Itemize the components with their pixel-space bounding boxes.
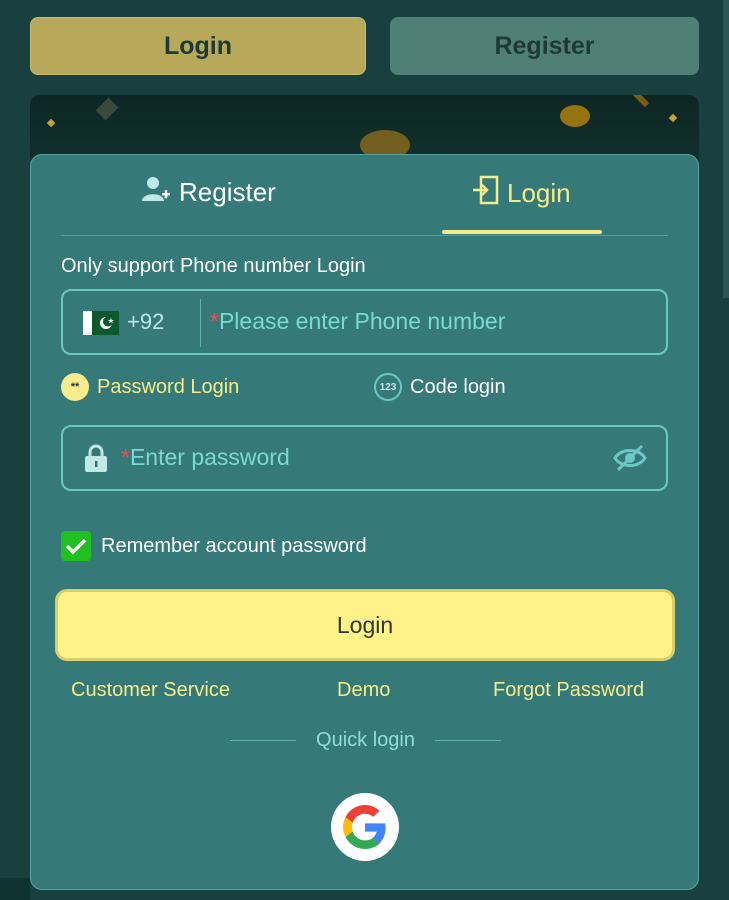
user-plus-icon [141,175,171,210]
quick-login-label: Quick login [316,729,415,751]
quick-login-divider: Quick login [31,729,700,752]
phone-field[interactable]: +92 *Please enter Phone number [61,289,668,355]
password-badge-icon: ** [61,373,89,401]
password-input[interactable]: *Enter password [121,444,290,471]
remember-checkbox[interactable] [61,531,91,561]
login-modal: Register Login Only support Phone number… [30,154,699,890]
check-icon [65,538,87,555]
top-register-tab[interactable]: Register [390,17,699,75]
password-login-option[interactable]: ** Password Login [61,373,239,401]
eye-off-icon[interactable] [612,443,648,478]
password-field[interactable]: *Enter password [61,425,668,491]
code-badge-icon: 123 [374,373,402,401]
login-button[interactable]: Login [55,589,675,661]
tab-register[interactable]: Register [141,175,276,210]
background-strip [0,878,30,900]
code-login-label: Code login [410,375,506,398]
modal-tabs: Register Login [61,155,668,236]
google-login-button[interactable] [331,793,399,861]
tab-login[interactable]: Login [471,175,571,212]
login-hint: Only support Phone number Login [61,255,366,277]
customer-service-link[interactable]: Customer Service [71,679,230,702]
tab-login-label: Login [507,178,571,208]
pakistan-flag-icon[interactable] [83,311,119,335]
country-code[interactable]: +92 [127,309,164,335]
phone-input[interactable]: *Please enter Phone number [210,308,505,335]
remember-password[interactable]: Remember account password [61,531,367,561]
scrollbar[interactable] [723,0,729,298]
login-door-icon [471,175,499,212]
top-login-tab[interactable]: Login [30,17,366,75]
lock-icon [83,443,109,478]
remember-label: Remember account password [101,534,367,557]
demo-link[interactable]: Demo [337,679,390,702]
password-login-label: Password Login [97,375,240,398]
google-icon [343,805,386,849]
forgot-password-link[interactable]: Forgot Password [493,679,644,702]
code-login-option[interactable]: 123 Code login [374,373,506,401]
active-tab-indicator [442,230,602,234]
field-divider [200,299,201,347]
tab-register-label: Register [179,177,276,207]
